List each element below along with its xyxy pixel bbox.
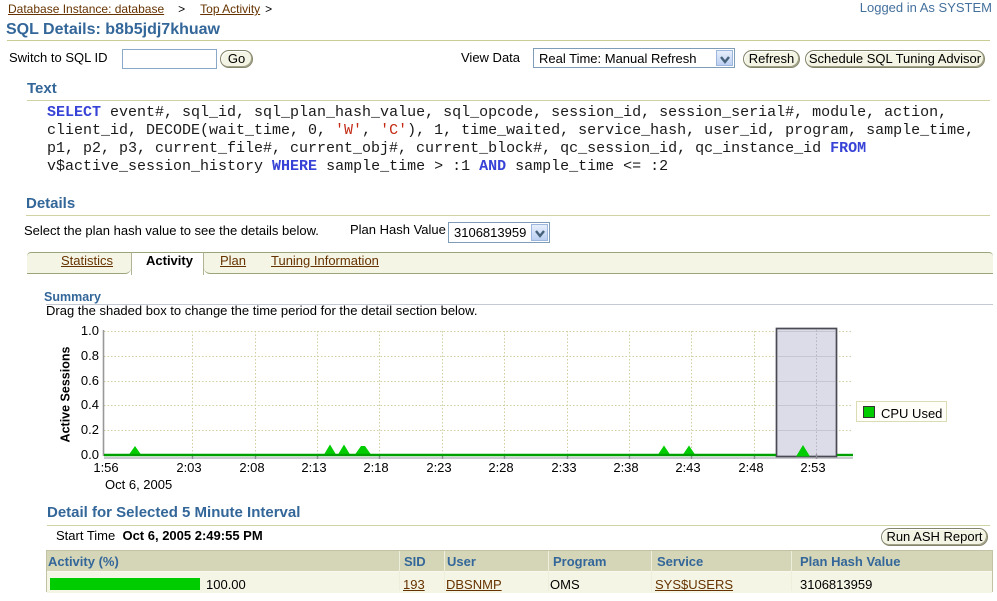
svg-text:0.8: 0.8 <box>81 348 99 363</box>
svg-text:1.0: 1.0 <box>81 323 99 338</box>
svg-text:1:56: 1:56 <box>93 460 118 475</box>
svg-text:Active Sessions: Active Sessions <box>59 347 73 443</box>
svg-text:0.4: 0.4 <box>81 397 99 412</box>
svg-text:2:23: 2:23 <box>426 460 451 475</box>
svg-text:2:48: 2:48 <box>738 460 763 475</box>
svg-text:Oct 6, 2005: Oct 6, 2005 <box>105 477 172 492</box>
svg-text:2:38: 2:38 <box>613 460 638 475</box>
svg-text:2:53: 2:53 <box>800 460 825 475</box>
svg-text:2:13: 2:13 <box>301 460 326 475</box>
svg-text:2:03: 2:03 <box>176 460 201 475</box>
svg-text:0.6: 0.6 <box>81 373 99 388</box>
svg-text:2:08: 2:08 <box>239 460 264 475</box>
svg-text:2:18: 2:18 <box>363 460 388 475</box>
svg-text:2:33: 2:33 <box>551 460 576 475</box>
svg-text:2:43: 2:43 <box>675 460 700 475</box>
svg-text:0.2: 0.2 <box>81 422 99 437</box>
svg-text:2:28: 2:28 <box>488 460 513 475</box>
